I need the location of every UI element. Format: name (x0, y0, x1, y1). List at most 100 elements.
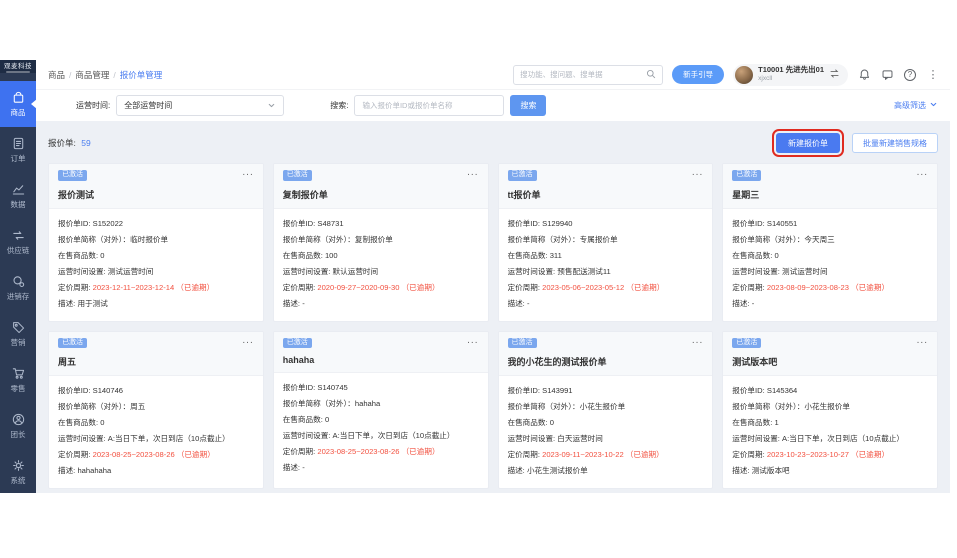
leader-icon (11, 412, 26, 427)
quote-card[interactable]: 已激活 ... 报价测试 报价单ID: S152022 报价单简称（对外）：临时… (48, 163, 264, 322)
breadcrumb-item[interactable]: 报价单管理 (120, 69, 163, 81)
sidebar-item-8[interactable]: 团长 (0, 403, 36, 449)
breadcrumb-separator: / (113, 70, 115, 80)
quote-count-label: 报价单: (48, 138, 76, 148)
sidebar-item-6[interactable]: 营销 (0, 311, 36, 357)
sidebar-item-label: 商品 (11, 107, 26, 118)
price-period-row: 定价周期: 2023-05-06~2023-05-12 （已逾期） (508, 280, 704, 296)
quote-short-name-row: 报价单简称（对外）：专属报价单 (508, 232, 704, 248)
status-badge: 已激活 (508, 338, 537, 349)
user-chip[interactable]: T10001 先进先出01 xjxcll (733, 64, 848, 86)
quote-id-row: 报价单ID: S48731 (283, 216, 479, 232)
sidebar-nav: 商品订单数据供应链进销存营销零售团长系统 (0, 81, 36, 495)
chevron-down-icon (267, 97, 276, 115)
card-header: 已激活 ... 测试版本吧 (723, 332, 937, 377)
sidebar-item-5[interactable]: 进销存 (0, 265, 36, 311)
quote-card[interactable]: 已激活 ... hahaha 报价单ID: S140745 报价单简称（对外）：… (273, 331, 489, 490)
message-icon[interactable] (880, 68, 894, 82)
supply-chain-icon (11, 228, 26, 243)
sidebar-item-3[interactable]: 数据 (0, 173, 36, 219)
sidebar-item-2[interactable]: 订单 (0, 127, 36, 173)
on-sale-count-row: 在售商品数: 0 (283, 412, 479, 428)
quote-search-input[interactable] (354, 95, 504, 116)
avatar (735, 66, 753, 84)
sidebar-item-9[interactable]: 系统 (0, 449, 36, 495)
card-more-button[interactable]: ... (917, 338, 928, 344)
global-search-input[interactable] (513, 65, 663, 85)
guide-button[interactable]: 新手引导 (672, 65, 724, 84)
breadcrumb-item[interactable]: 商品管理 (75, 69, 109, 81)
op-time-row: 运营时间设置: 测试运营时间 (732, 264, 928, 280)
app-logo: 观麦科技 (0, 60, 36, 73)
sidebar-item-label: 进销存 (7, 291, 30, 302)
annotation-highlight-box: 新建报价单 (772, 129, 844, 157)
sidebar-item-label: 团长 (11, 429, 26, 440)
description-row: 描述: 小花生测试报价单 (508, 463, 704, 479)
quote-card-grid: 已激活 ... 报价测试 报价单ID: S152022 报价单简称（对外）：临时… (48, 163, 938, 489)
quote-short-name-row: 报价单简称（对外）：临时报价单 (58, 232, 254, 248)
advanced-filter-toggle[interactable]: 高级筛选 (894, 100, 938, 111)
more-icon[interactable]: ⋮ (926, 68, 940, 82)
quote-card[interactable]: 已激活 ... 周五 报价单ID: S140746 报价单简称（对外）：周五 在… (48, 331, 264, 490)
status-badge: 已激活 (58, 338, 87, 349)
quote-card[interactable]: 已激活 ... 我的小花生的测试报价单 报价单ID: S143991 报价单简称… (498, 331, 714, 490)
breadcrumb-item[interactable]: 商品 (48, 69, 65, 81)
quote-id-row: 报价单ID: S152022 (58, 216, 254, 232)
search-icon[interactable] (646, 66, 656, 84)
quote-card[interactable]: 已激活 ... tt报价单 报价单ID: S129940 报价单简称（对外）：专… (498, 163, 714, 322)
advanced-filter-label: 高级筛选 (894, 100, 926, 111)
quote-card[interactable]: 已激活 ... 星期三 报价单ID: S140551 报价单简称（对外）：今天周… (722, 163, 938, 322)
switch-account-icon[interactable] (829, 66, 840, 84)
new-quote-button[interactable]: 新建报价单 (776, 133, 840, 153)
batch-create-button[interactable]: 批量新建销售规格 (852, 133, 938, 153)
status-badge: 已激活 (283, 338, 312, 349)
filter-bar: 运营时间: 全部运营时间 搜索: 搜索 高级筛选 (36, 90, 950, 121)
quote-short-name-row: 报价单简称（对外）：hahaha (283, 396, 479, 412)
content-toolbar: 报价单: 59 新建报价单 批量新建销售规格 (48, 129, 938, 157)
card-more-button[interactable]: ... (242, 170, 253, 176)
quote-card[interactable]: 已激活 ... 测试版本吧 报价单ID: S145364 报价单简称（对外）：小… (722, 331, 938, 490)
op-time-row: 运营时间设置: 默认运营时间 (283, 264, 479, 280)
help-icon[interactable]: ? (903, 68, 917, 82)
user-names: T10001 先进先出01 xjxcll (758, 66, 824, 82)
card-more-button[interactable]: ... (467, 170, 478, 176)
sidebar-item-label: 供应链 (7, 245, 30, 256)
op-time-row: 运营时间设置: 测试运营时间 (58, 264, 254, 280)
time-filter-select[interactable]: 全部运营时间 (116, 95, 284, 116)
price-period-row: 定价周期: 2023-09-11~2023-10-22 （已逾期） (508, 447, 704, 463)
price-period-row: 定价周期: 2023-10-23~2023-10-27 （已逾期） (732, 447, 928, 463)
chart-icon (11, 182, 26, 197)
page: 观麦科技 商品订单数据供应链进销存营销零售团长系统 商品/商品管理/报价单管理 … (0, 0, 957, 558)
search-button[interactable]: 搜索 (510, 95, 546, 116)
card-more-button[interactable]: ... (242, 338, 253, 344)
quote-short-name-row: 报价单简称（对外）：复制报价单 (283, 232, 479, 248)
sidebar-item-label: 订单 (11, 153, 26, 164)
quote-id-row: 报价单ID: S145364 (732, 383, 928, 399)
sidebar-item-7[interactable]: 零售 (0, 357, 36, 403)
description-row: 描述: 测试版本吧 (732, 463, 928, 479)
user-name: T10001 先进先出01 (758, 66, 824, 75)
card-body: 报价单ID: S129940 报价单简称（对外）：专属报价单 在售商品数: 31… (499, 209, 713, 321)
quote-card[interactable]: 已激活 ... 复制报价单 报价单ID: S48731 报价单简称（对外）：复制… (273, 163, 489, 322)
card-more-button[interactable]: ... (467, 338, 478, 344)
quote-count: 报价单: 59 (48, 137, 91, 149)
description-row: 描述: - (283, 296, 479, 312)
op-time-row: 运营时间设置: A:当日下单，次日到店（10点截止） (58, 431, 254, 447)
content-area: 报价单: 59 新建报价单 批量新建销售规格 已激活 ... 报价测试 (36, 121, 950, 493)
quote-title: 我的小花生的测试报价单 (508, 355, 704, 368)
price-period-row: 定价周期: 2020-09-27~2020-09-30 （已逾期） (283, 280, 479, 296)
card-body: 报价单ID: S140745 报价单简称（对外）：hahaha 在售商品数: 0… (274, 373, 488, 485)
global-search-field[interactable] (520, 70, 646, 79)
sidebar-item-1[interactable]: 商品 (0, 81, 36, 127)
description-row: 描述: hahahaha (58, 463, 254, 479)
on-sale-count-row: 在售商品数: 0 (58, 248, 254, 264)
topbar-right: 新手引导 T10001 先进先出01 xjxcll (513, 64, 940, 86)
card-more-button[interactable]: ... (692, 170, 703, 176)
card-more-button[interactable]: ... (917, 170, 928, 176)
quote-short-name-row: 报价单简称（对外）：今天周三 (732, 232, 928, 248)
help-glyph: ? (904, 69, 916, 81)
notification-icon[interactable] (857, 68, 871, 82)
card-more-button[interactable]: ... (692, 338, 703, 344)
sidebar-item-4[interactable]: 供应链 (0, 219, 36, 265)
card-body: 报价单ID: S143991 报价单简称（对外）：小花生报价单 在售商品数: 0… (499, 376, 713, 488)
